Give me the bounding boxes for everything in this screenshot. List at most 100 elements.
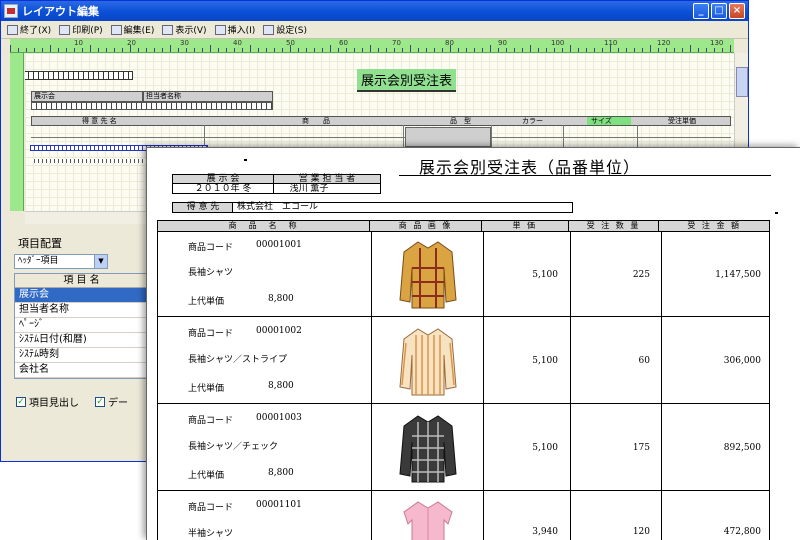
- vertical-ruler: [10, 53, 24, 211]
- customer-value: 株式会社 エコール: [237, 202, 319, 212]
- list-item[interactable]: 会社名: [15, 363, 148, 378]
- ruler-tick: [618, 48, 619, 52]
- menu-view[interactable]: 表示(V): [160, 23, 208, 36]
- ruler-tick: [162, 48, 163, 52]
- item-list-header: 項 目 名: [15, 274, 148, 288]
- checkbox-icon[interactable]: ✓: [16, 396, 26, 407]
- list-item[interactable]: 担当者名称: [15, 303, 148, 318]
- shirt-plaid-icon: [399, 241, 457, 309]
- exit-icon: [7, 24, 18, 35]
- ruler-tick: [690, 45, 691, 52]
- ruler-number: 70: [392, 39, 401, 47]
- ruler-tick: [602, 48, 603, 52]
- minimize-button[interactable]: _: [693, 3, 709, 19]
- code-label: 商品コード: [188, 329, 234, 339]
- ruler-tick: [378, 48, 379, 52]
- menu-settings[interactable]: 設定(S): [261, 23, 309, 36]
- col-model: 品 型: [450, 117, 471, 125]
- list-item[interactable]: ｼｽﾃﾑ時刻: [15, 348, 148, 363]
- ruler-tick: [178, 48, 179, 52]
- ruler-number: 10: [74, 39, 83, 47]
- check-item-heading[interactable]: ✓ 項目見出し: [16, 394, 79, 409]
- ruler-number: 80: [445, 39, 454, 47]
- product-code: 00001002: [256, 326, 302, 336]
- insert-icon: [214, 24, 226, 35]
- ruler-tick: [306, 48, 307, 52]
- edit-icon: [110, 24, 122, 35]
- list-item[interactable]: ｼｽﾃﾑ日付(和暦): [15, 333, 148, 348]
- field-staff[interactable]: 担当者名称: [143, 91, 273, 102]
- ruler-tick: [418, 48, 419, 52]
- mark-dot: [244, 159, 247, 161]
- report-preview: 展示会別受注表（品番単位） 展 示 会 営 業 担 当 者 ２０１０年 冬 浅川…: [146, 147, 800, 540]
- code-label: 商品コード: [188, 243, 234, 253]
- col-amount: 受 注 金 額: [687, 221, 741, 230]
- ruler-tick: [42, 48, 43, 52]
- menu-edit[interactable]: 編集(E): [109, 23, 157, 36]
- col-name: 商 品 名 称: [158, 221, 371, 231]
- placeholder-field[interactable]: [25, 71, 133, 80]
- retail-price: 8,800: [268, 468, 294, 478]
- col-image: 商 品 画 像: [370, 221, 482, 231]
- ruler-tick: [706, 48, 707, 52]
- ruler-tick: [386, 48, 387, 52]
- shirt-pink-icon: [403, 501, 453, 540]
- product-code: 00001003: [256, 413, 302, 423]
- menu-insert[interactable]: 挿入(I): [213, 23, 258, 36]
- design-title[interactable]: 展示会別受注表: [357, 69, 457, 92]
- field-exhibition[interactable]: 展示会: [31, 91, 143, 102]
- col-size[interactable]: サイズ: [587, 117, 631, 125]
- scroll-thumb[interactable]: [736, 67, 748, 97]
- maximize-button[interactable]: □: [711, 3, 727, 19]
- ruler-tick: [122, 48, 123, 52]
- chevron-down-icon[interactable]: ▼: [94, 255, 107, 268]
- menu-print[interactable]: 印刷(P): [57, 23, 104, 36]
- ruler-tick: [138, 48, 139, 52]
- ruler-number: 40: [233, 39, 242, 47]
- ruler-tick: [426, 48, 427, 52]
- ruler-tick: [202, 48, 203, 52]
- retail-label: 上代単価: [188, 297, 225, 307]
- menu-exit[interactable]: 終了(X): [5, 23, 53, 36]
- ruler-tick: [546, 48, 547, 52]
- ruler-tick: [106, 48, 107, 52]
- ruler-tick: [266, 48, 267, 52]
- field-values[interactable]: [31, 102, 273, 110]
- item-type-select[interactable]: ﾍｯﾀﾞｰ項目 ▼: [14, 254, 108, 269]
- list-item[interactable]: ﾍﾟｰｼﾞ: [15, 318, 148, 333]
- order-amount: 892,500: [723, 443, 761, 453]
- ruler-tick: [466, 48, 467, 52]
- ruler-tick: [154, 48, 155, 52]
- settings-icon: [263, 24, 275, 35]
- ruler-tick: [402, 48, 403, 52]
- ruler-tick: [146, 48, 147, 52]
- check-data[interactable]: ✓ デー: [95, 394, 128, 409]
- image-field[interactable]: [405, 127, 491, 147]
- menu-insert-label: 挿入(I): [227, 26, 256, 36]
- ruler-tick: [26, 48, 27, 52]
- unit-price: 3,940: [532, 527, 558, 537]
- ruler-tick: [626, 48, 627, 52]
- staff-value: 浅川 薫子: [289, 184, 329, 194]
- ruler-tick: [50, 45, 51, 52]
- ruler-tick: [554, 48, 555, 52]
- ruler-tick: [722, 48, 723, 52]
- table-header: 商 品 名 称 商 品 画 像 単 価 受 注 数 量 受 注 金 額: [157, 220, 770, 232]
- checkbox-icon[interactable]: ✓: [95, 396, 105, 407]
- product-code: 00001101: [256, 500, 302, 510]
- print-icon: [59, 24, 71, 35]
- app-icon: [4, 4, 18, 18]
- ruler-tick: [242, 48, 243, 52]
- list-item[interactable]: 展示会: [15, 288, 148, 303]
- retail-price: 8,800: [268, 381, 294, 391]
- close-button[interactable]: ×: [729, 3, 745, 19]
- ruler-tick: [498, 48, 499, 52]
- info-box: 展 示 会 営 業 担 当 者 ２０１０年 冬 浅川 薫子: [172, 174, 381, 194]
- ruler-tick: [322, 48, 323, 52]
- item-placement-panel: 項目配置 ﾍｯﾀﾞｰ項目 ▼ 項 目 名 展示会 担当者名称 ﾍﾟｰｼﾞ ｼｽﾃ…: [14, 233, 149, 461]
- ruler-tick: [394, 48, 395, 52]
- menu-print-label: 印刷(P): [72, 26, 103, 36]
- unit-price: 5,100: [532, 356, 558, 366]
- unit-price: 5,100: [532, 270, 558, 280]
- ruler-tick: [98, 48, 99, 52]
